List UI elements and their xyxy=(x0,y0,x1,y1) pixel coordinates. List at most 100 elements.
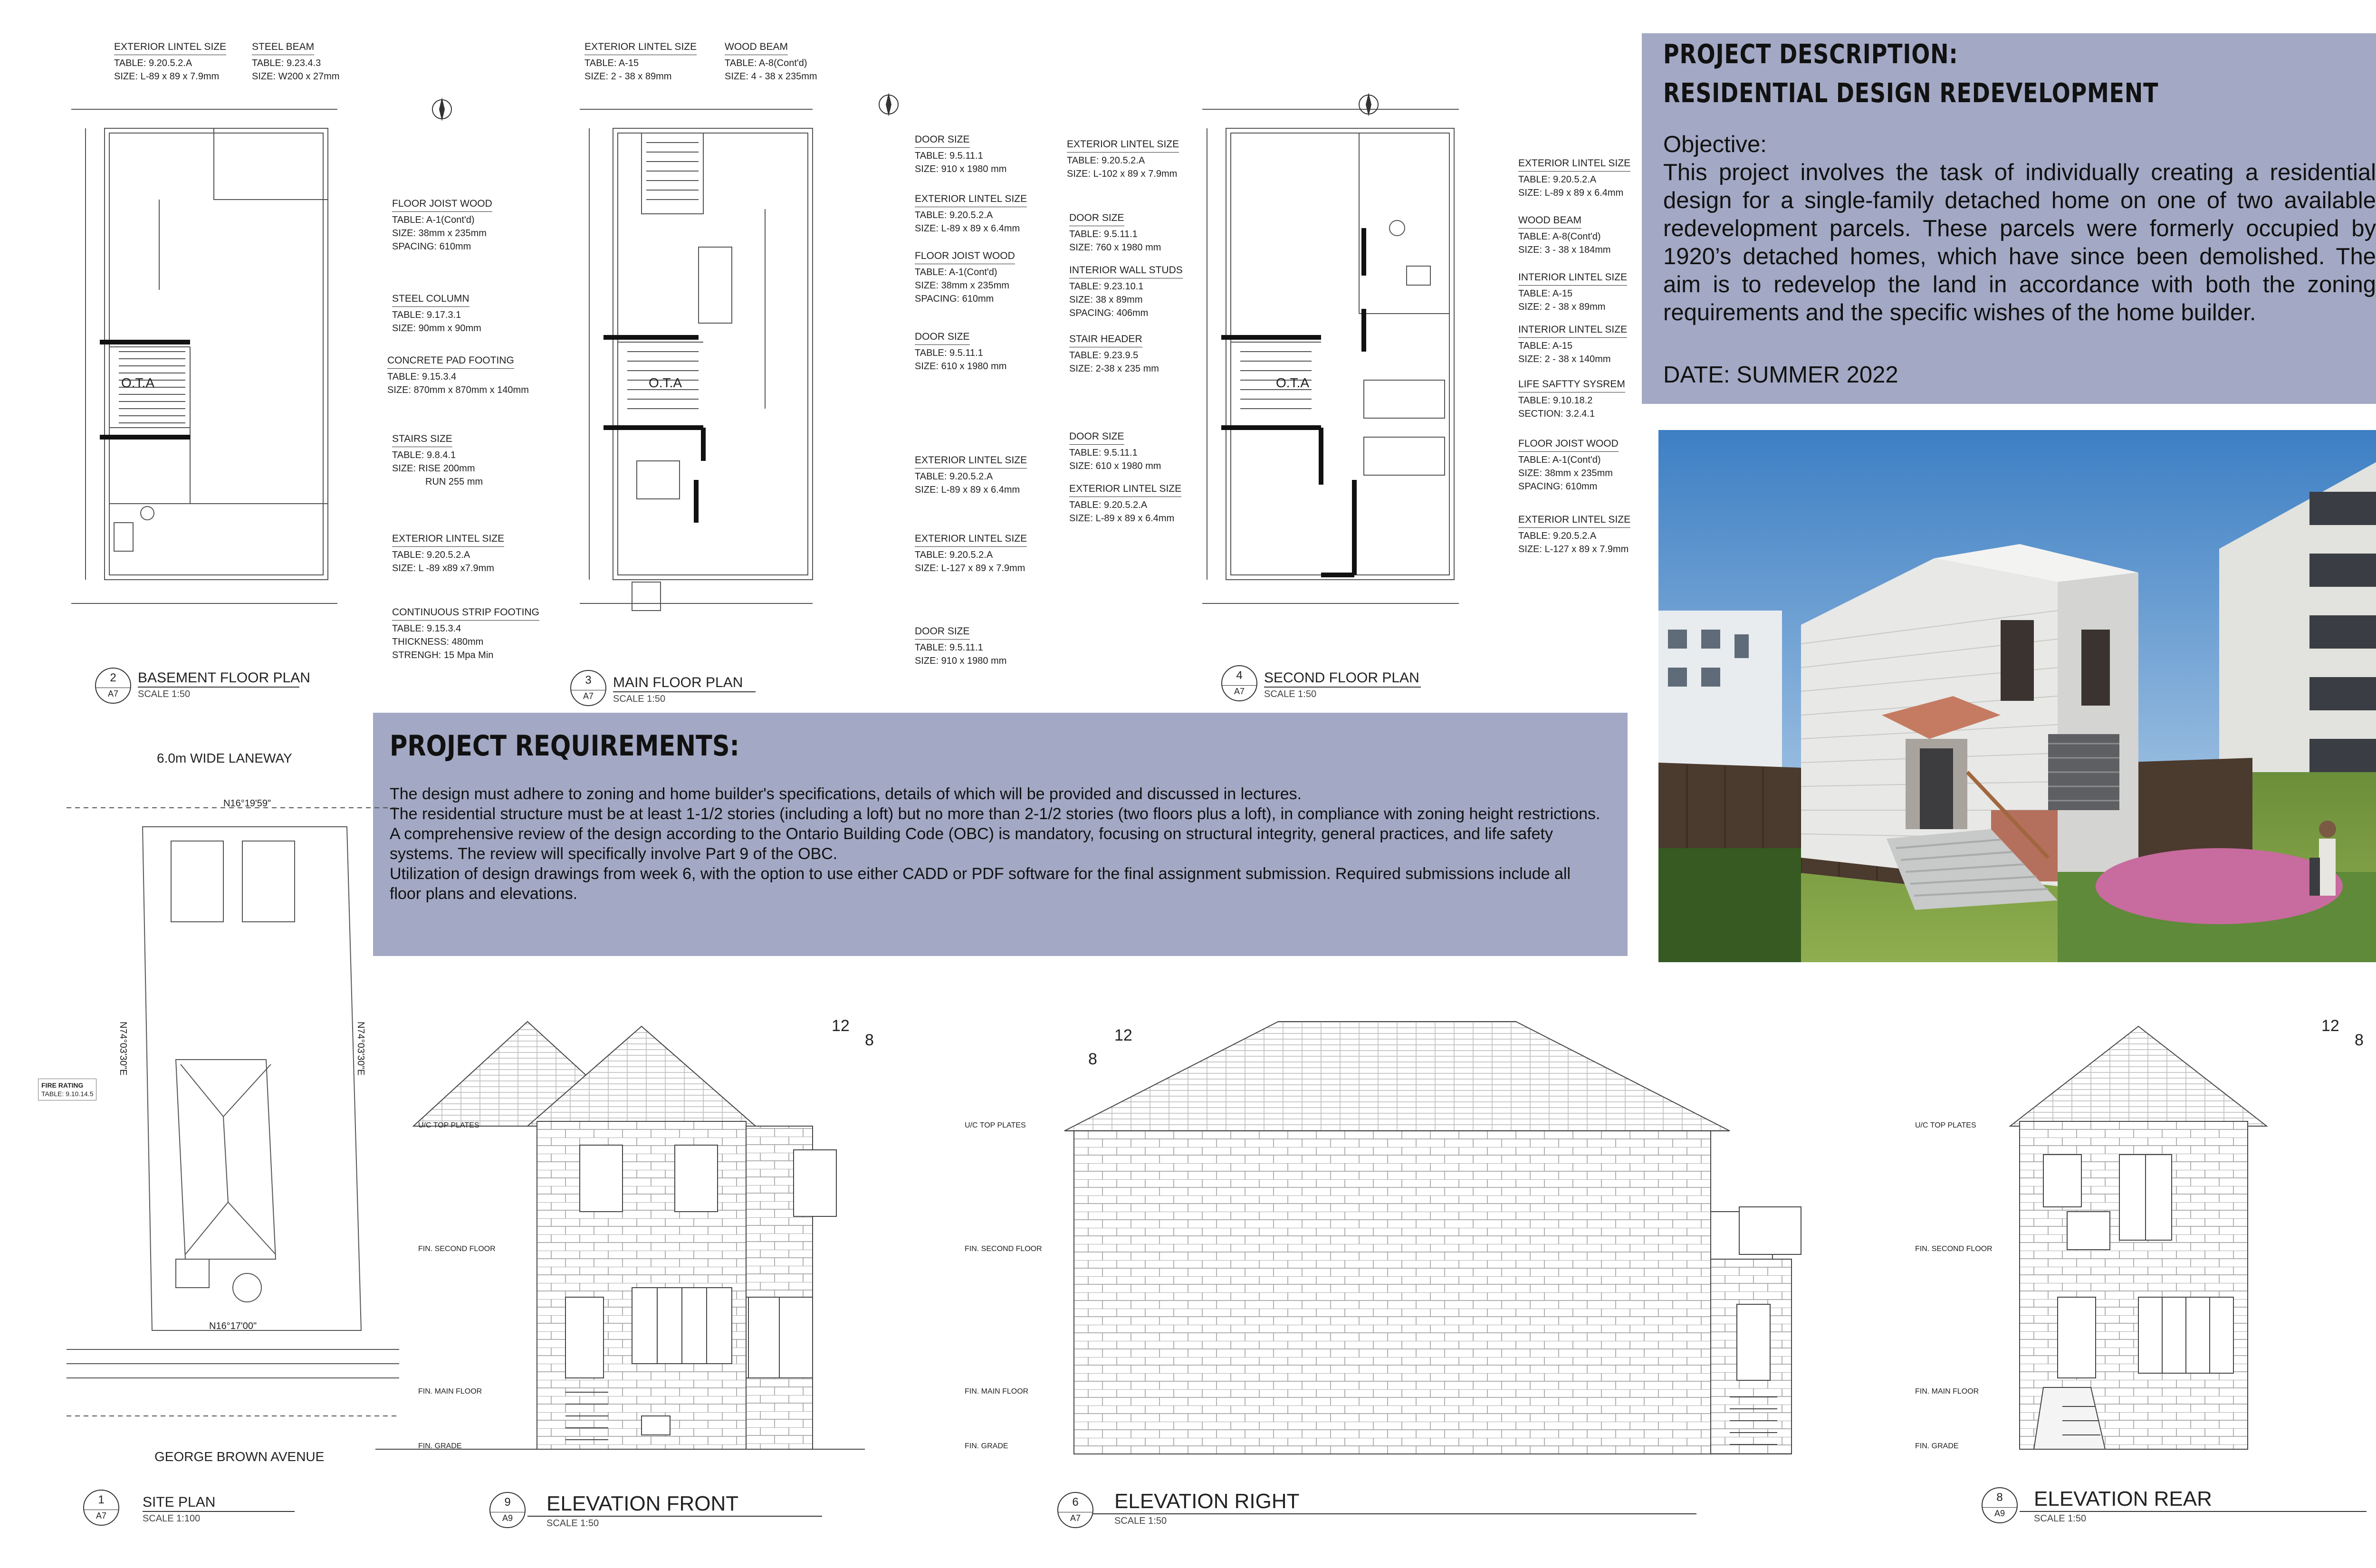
right-elevation-body xyxy=(1073,1130,1773,1454)
callout-second-r-lintel: EXTERIOR LINTEL SIZE TABLE: 9.20.5.2.A SIZ… xyxy=(1518,158,1631,198)
front-level-grade: FIN. GRADE xyxy=(418,1442,462,1450)
callout-main-lintel-2: EXTERIOR LINTEL SIZE TABLE: 9.20.5.2.A SIZ… xyxy=(915,193,1027,234)
callout-main-door-2: DOOR SIZE TABLE: 9.5.11.1 SIZE: 610 x 1980… xyxy=(915,331,1007,372)
north-arrow-icon xyxy=(432,97,452,121)
fire-rating-note: FIRE RATING TABLE: 9.10.14.5 xyxy=(38,1079,97,1100)
title-underline xyxy=(143,1511,295,1512)
right-elevation-bubble: 6 A7 xyxy=(1057,1492,1093,1528)
title-underline xyxy=(2020,1511,2366,1512)
right-elevation-scale: SCALE 1:50 xyxy=(1114,1516,1167,1526)
project-description-panel: PROJECT DESCRIPTION: RESIDENTIAL DESIGN … xyxy=(1642,33,2376,404)
project-date: DATE: SUMMER 2022 xyxy=(1663,362,1898,388)
right-level-second: FIN. SECOND FLOOR xyxy=(965,1245,1042,1253)
right-level-main: FIN. MAIN FLOOR xyxy=(965,1387,1029,1396)
rear-level-second: FIN. SECOND FLOOR xyxy=(1915,1245,1993,1253)
avenue-label: GEORGE BROWN AVENUE xyxy=(154,1449,325,1464)
callout-basement-lintel-2: EXTERIOR LINTEL SIZE TABLE: 9.20.5.2.A SIZ… xyxy=(392,533,505,574)
callout-second-stair-header: STAIR HEADER TABLE: 9.23.9.5 SIZE: 2-38 x … xyxy=(1069,334,1159,374)
project-description-subheading: RESIDENTIAL DESIGN REDEVELOPMENT xyxy=(1663,78,2159,109)
front-level-second: FIN. SECOND FLOOR xyxy=(418,1245,496,1253)
rear-pitch-rise: 8 xyxy=(2355,1031,2364,1049)
basement-floor-plan-drawing xyxy=(71,109,337,604)
right-elevation-porch xyxy=(1710,1206,1801,1454)
bearing-top: N16°19'59" xyxy=(223,798,271,809)
callout-second-r-floor-joist: FLOOR JOIST WOOD TABLE: A-1(Cont'd) SIZE: … xyxy=(1518,438,1619,492)
bearing-right: N74°03'30"E xyxy=(355,1022,366,1076)
callout-second-lintel-2: EXTERIOR LINTEL SIZE TABLE: 9.20.5.2.A SIZ… xyxy=(1069,483,1182,524)
title-underline xyxy=(613,691,756,692)
second-ota-label: O.T.A xyxy=(1276,375,1310,390)
requirement-item: A comprehensive review of the design acc… xyxy=(390,825,1553,863)
callout-main-wood-beam: WOOD BEAM TABLE: A-8(Cont'd) SIZE: 4 - 38 … xyxy=(725,41,817,82)
bearing-bottom: N16°17'00" xyxy=(209,1321,257,1331)
callout-main-door-3: DOOR SIZE TABLE: 9.5.11.1 SIZE: 910 x 1980… xyxy=(915,626,1007,666)
front-level-main: FIN. MAIN FLOOR xyxy=(418,1387,482,1396)
title-underline xyxy=(138,687,299,688)
callout-second-r-interior-lintel: INTERIOR LINTEL SIZE TABLE: A-15 SIZE: 2 -… xyxy=(1518,272,1628,312)
laneway-label: 6.0m WIDE LANEWAY xyxy=(157,751,292,765)
north-arrow-icon xyxy=(1359,93,1379,116)
right-level-grade: FIN. GRADE xyxy=(965,1442,1008,1450)
project-description-heading: PROJECT DESCRIPTION: xyxy=(1663,39,1958,70)
callout-basement-steel-column: STEEL COLUMN TABLE: 9.17.3.1 SIZE: 90mm x … xyxy=(392,293,481,334)
callout-second-wall-studs: INTERIOR WALL STUDS TABLE: 9.23.10.1 SIZE:… xyxy=(1069,265,1183,318)
callout-main-lintel: EXTERIOR LINTEL SIZE TABLE: A-15 SIZE: 2 -… xyxy=(584,41,697,82)
main-ota-label: O.T.A xyxy=(649,375,682,390)
north-arrow-icon xyxy=(879,93,899,116)
front-elevation-body xyxy=(537,1121,747,1450)
callout-second-r-interior-lintel-2: INTERIOR LINTEL SIZE TABLE: A-15 SIZE: 2 -… xyxy=(1518,324,1628,364)
project-requirements-list: The design must adhere to zoning and hom… xyxy=(390,784,1606,904)
basement-plan-title: BASEMENT FLOOR PLAN xyxy=(138,670,310,686)
callout-second-r-lintel-2: EXTERIOR LINTEL SIZE TABLE: 9.20.5.2.A SIZ… xyxy=(1518,514,1631,555)
callout-second-door-2: DOOR SIZE TABLE: 9.5.11.1 SIZE: 610 x 1980… xyxy=(1069,431,1161,471)
site-title-bubble: 1 A7 xyxy=(83,1490,119,1526)
right-pitch-run: 12 xyxy=(1114,1026,1132,1044)
rear-elevation-bubble: 8 A9 xyxy=(1982,1487,2018,1523)
project-requirements-panel: PROJECT REQUIREMENTS: The design must ad… xyxy=(373,713,1628,956)
callout-basement-steel-beam: STEEL BEAM TABLE: 9.23.4.3 SIZE: W200 x 27… xyxy=(252,41,340,82)
second-plan-scale: SCALE 1:50 xyxy=(1264,689,1317,699)
project-requirements-heading: PROJECT REQUIREMENTS: xyxy=(390,729,739,763)
right-pitch-rise: 8 xyxy=(1088,1050,1097,1068)
callout-basement-pad-footing: CONCRETE PAD FOOTING TABLE: 9.15.3.4 SIZE:… xyxy=(387,355,529,395)
rear-level-top: U/C TOP PLATES xyxy=(1915,1121,1976,1129)
right-level-top: U/C TOP PLATES xyxy=(965,1121,1026,1129)
front-elevation-scale: SCALE 1:50 xyxy=(546,1518,599,1529)
basement-ota-label: O.T.A xyxy=(121,375,155,390)
main-plan-title: MAIN FLOOR PLAN xyxy=(613,675,743,690)
callout-second-lintel: EXTERIOR LINTEL SIZE TABLE: 9.20.5.2.A SIZ… xyxy=(1067,139,1179,179)
requirement-item: Utilization of design drawings from week… xyxy=(390,865,1571,903)
callout-main-door: DOOR SIZE TABLE: 9.5.11.1 SIZE: 910 x 1980… xyxy=(915,134,1007,174)
callout-main-lintel-4: EXTERIOR LINTEL SIZE TABLE: 9.20.5.2.A SIZ… xyxy=(915,533,1027,574)
callout-basement-strip-footing: CONTINUOUS STRIP FOOTING TABLE: 9.15.3.4 T… xyxy=(392,607,539,660)
main-plan-scale: SCALE 1:50 xyxy=(613,694,666,704)
callout-basement-lintel: EXTERIOR LINTEL SIZE TABLE: 9.20.5.2.A SIZ… xyxy=(114,41,227,82)
rear-elevation-title: ELEVATION REAR xyxy=(2034,1487,2212,1511)
second-floor-plan-drawing xyxy=(1202,109,1459,604)
basement-plan-scale: SCALE 1:50 xyxy=(138,689,191,699)
site-plan-title: SITE PLAN xyxy=(143,1494,216,1510)
main-title-bubble: 3 A7 xyxy=(570,670,606,706)
requirement-item: The residential structure must be at lea… xyxy=(390,805,1600,823)
basement-title-bubble: 2 A7 xyxy=(95,668,131,704)
callout-second-r-life-safety: LIFE SAFTTY SYSREM TABLE: 9.10.18.2 SECTIO… xyxy=(1518,379,1625,419)
callout-second-r-wood-beam: WOOD BEAM TABLE: A-8(Cont'd) SIZE: 3 - 38 … xyxy=(1518,215,1611,255)
house-rendering-image xyxy=(1658,430,2376,962)
rear-pitch-run: 12 xyxy=(2321,1017,2339,1035)
site-plan-drawing xyxy=(67,807,399,1416)
right-elevation-title: ELEVATION RIGHT xyxy=(1114,1490,1300,1513)
objective-label: Objective: xyxy=(1663,132,1767,157)
front-pitch-run: 12 xyxy=(832,1017,850,1035)
rear-level-main: FIN. MAIN FLOOR xyxy=(1915,1387,1979,1396)
bearing-left: N74°03'30"E xyxy=(118,1022,128,1076)
second-plan-title: SECOND FLOOR PLAN xyxy=(1264,670,1419,686)
main-floor-plan-drawing xyxy=(580,109,813,611)
front-pitch-rise: 8 xyxy=(865,1031,874,1049)
callout-basement-floor-joist: FLOOR JOIST WOOD TABLE: A-1(Cont'd) SIZE: … xyxy=(392,198,492,252)
rear-elevation-body xyxy=(2019,1121,2248,1450)
callout-basement-stairs: STAIRS SIZE TABLE: 9.8.4.1 SIZE: RISE 200m… xyxy=(392,433,483,487)
objective-text: This project involves the task of indivi… xyxy=(1663,160,2376,325)
rear-level-grade: FIN. GRADE xyxy=(1915,1442,1959,1450)
callout-second-door: DOOR SIZE TABLE: 9.5.11.1 SIZE: 760 x 1980… xyxy=(1069,212,1161,253)
rear-elevation-scale: SCALE 1:50 xyxy=(2034,1513,2087,1524)
